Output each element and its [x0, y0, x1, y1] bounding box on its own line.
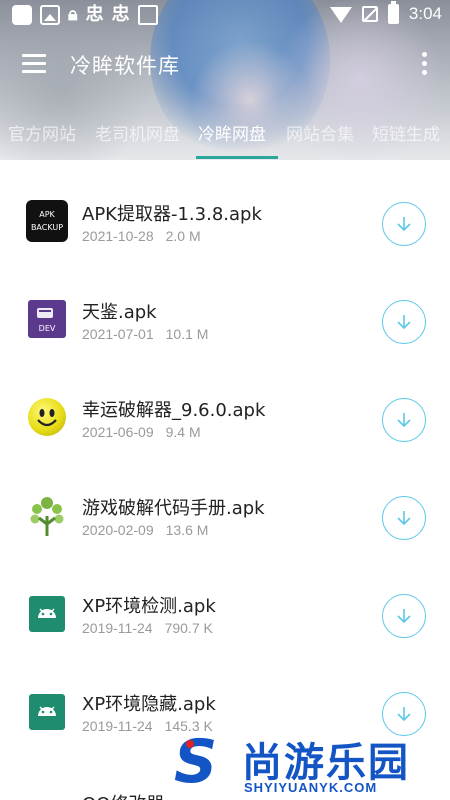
download-arrow-icon — [397, 413, 411, 428]
download-arrow-icon — [397, 707, 411, 722]
file-date: 2020-02-09 — [82, 522, 154, 538]
list-item[interactable]: 游戏破解代码手册.apk 2020-02-09 13.6 M — [0, 454, 450, 552]
app-screen: 🔒︎ 忠 忠 3:04 冷眸软件库 官方网站 老司机网盘 冷眸网盘 网站合集 短… — [0, 0, 450, 800]
svg-text:DEV: DEV — [39, 324, 56, 333]
file-size: 13.6 M — [165, 522, 209, 538]
tab-site-collection[interactable]: 网站合集 — [286, 120, 354, 145]
file-date: 2019-11-24 — [82, 718, 153, 734]
status-glyph: 忠 — [85, 4, 104, 25]
watermark-logo: S 尚游乐园 SHYIYUANYK.COM — [170, 728, 450, 800]
download-arrow-icon — [397, 315, 411, 330]
file-meta: 2021-07-01 10.1 M — [82, 326, 208, 342]
status-bar: 🔒︎ 忠 忠 3:04 — [0, 0, 450, 32]
file-name: XP环境隐藏.apk — [82, 694, 216, 715]
file-date: 2021-06-09 — [82, 424, 154, 440]
android-icon — [29, 596, 65, 632]
tree-icon — [27, 494, 67, 538]
tab-indicator — [196, 156, 278, 159]
battery-icon — [387, 1, 399, 24]
wifi-icon — [329, 7, 352, 23]
download-arrow-icon — [397, 511, 411, 526]
lock-icon: 🔒︎ — [68, 4, 78, 25]
download-arrow-icon — [397, 609, 411, 624]
android-icon — [29, 694, 65, 730]
download-button[interactable] — [382, 300, 426, 344]
list-item[interactable]: XP环境检测.apk 2019-11-24 790.7 K — [0, 552, 450, 650]
list-item[interactable]: DEV 天鉴.apk 2021-07-01 10.1 M — [0, 258, 450, 356]
file-name: 游戏破解代码手册.apk — [82, 498, 265, 519]
file-meta: 2021-06-09 9.4 M — [82, 424, 201, 440]
download-button[interactable] — [382, 202, 426, 246]
file-name: 幸运破解器_9.6.0.apk — [82, 400, 266, 421]
file-name: APK提取器-1.3.8.apk — [82, 204, 262, 225]
file-date: 2021-10-28 — [82, 228, 154, 244]
file-date: 2021-07-01 — [82, 326, 154, 342]
image-icon — [40, 5, 60, 25]
list-item[interactable]: APK BACKUP APK提取器-1.3.8.apk 2021-10-28 2.… — [0, 160, 450, 258]
app-square-icon — [12, 5, 32, 25]
download-button[interactable] — [382, 496, 426, 540]
download-button[interactable] — [382, 398, 426, 442]
file-size: 9.4 M — [165, 424, 201, 440]
watermark-url: SHYIYUANYK.COM — [244, 780, 378, 795]
file-name: 天鉴.apk — [82, 302, 157, 323]
partial-list-item[interactable]: QQ修改器 — [82, 790, 164, 800]
watermark-dot — [186, 740, 194, 748]
file-size: 2.0 M — [165, 228, 201, 244]
header-banner: 🔒︎ 忠 忠 3:04 冷眸软件库 官方网站 老司机网盘 冷眸网盘 网站合集 短… — [0, 0, 450, 160]
file-date: 2019-11-24 — [82, 620, 153, 636]
tab-official-site[interactable]: 官方网站 — [8, 120, 76, 145]
tab-lengmou-disk[interactable]: 冷眸网盘 — [198, 120, 266, 145]
font-icon — [137, 5, 158, 25]
hamburger-menu-icon[interactable] — [22, 54, 46, 74]
file-name: XP环境检测.apk — [82, 596, 216, 617]
file-meta: 2020-02-09 13.6 M — [82, 522, 208, 538]
smiley-icon — [28, 398, 66, 436]
more-options-icon[interactable] — [420, 52, 428, 78]
status-glyph: 忠 — [111, 4, 130, 25]
download-button[interactable] — [382, 594, 426, 638]
download-arrow-icon — [397, 217, 411, 232]
tab-short-link[interactable]: 短链生成 — [372, 120, 440, 145]
file-meta: 2021-10-28 2.0 M — [82, 228, 201, 244]
file-size: 10.1 M — [165, 326, 209, 342]
file-size: 790.7 K — [164, 620, 213, 636]
app-title: 冷眸软件库 — [70, 54, 180, 78]
clock: 3:04 — [408, 4, 442, 23]
list-item[interactable]: 幸运破解器_9.6.0.apk 2021-06-09 9.4 M — [0, 356, 450, 454]
watermark-letter: S — [174, 727, 218, 797]
no-signal-icon — [361, 6, 378, 22]
tab-bar: 官方网站 老司机网盘 冷眸网盘 网站合集 短链生成 — [0, 110, 450, 160]
file-list: APK BACKUP APK提取器-1.3.8.apk 2021-10-28 2.… — [0, 160, 450, 800]
tab-driver-disk[interactable]: 老司机网盘 — [95, 120, 180, 145]
toolbar: 冷眸软件库 — [0, 34, 450, 94]
dev-icon: DEV — [28, 300, 66, 338]
apk-backup-icon: APK BACKUP — [26, 200, 68, 242]
file-meta: 2019-11-24 790.7 K — [82, 620, 213, 636]
